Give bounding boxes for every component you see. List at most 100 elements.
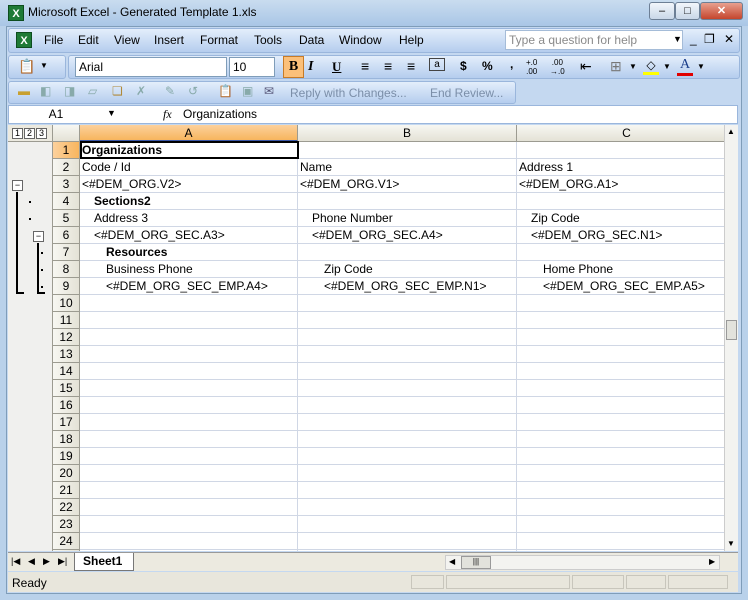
workbook-icon[interactable]: X [16, 32, 32, 48]
row-header-13[interactable]: 13 [53, 346, 80, 363]
outline-level-1-button[interactable]: 1 [12, 128, 23, 139]
column-header-a[interactable]: A [80, 125, 298, 142]
row-header-12[interactable]: 12 [53, 329, 80, 346]
select-all-button[interactable] [53, 125, 80, 142]
paste-dropdown-icon[interactable]: ▼ [40, 61, 48, 70]
new-comment-icon[interactable]: ▬ [18, 84, 30, 98]
cell-c11[interactable] [517, 312, 724, 329]
menu-edit[interactable]: Edit [78, 33, 99, 47]
cell-b8[interactable]: Zip Code [298, 261, 517, 278]
cell-b25[interactable] [298, 550, 517, 551]
align-right-icon[interactable]: ≡ [407, 58, 415, 74]
font-size-select[interactable]: 10 [229, 57, 275, 77]
menu-format[interactable]: Format [200, 33, 238, 47]
cell-a24[interactable] [80, 533, 298, 550]
outline-level-3-button[interactable]: 3 [36, 128, 47, 139]
percent-button[interactable]: % [482, 59, 493, 73]
row-header-21[interactable]: 21 [53, 482, 80, 499]
cell-a5[interactable]: Address 3 [80, 210, 298, 227]
cell-a10[interactable] [80, 295, 298, 312]
cell-c16[interactable] [517, 397, 724, 414]
next-sheet-icon[interactable]: ▶ [43, 556, 50, 567]
cell-c3[interactable]: <#DEM_ORG.A1> [517, 176, 724, 193]
decrease-decimal-icon[interactable]: .00 →.0 [550, 58, 565, 76]
cell-c8[interactable]: Home Phone [517, 261, 724, 278]
cell-c25[interactable] [517, 550, 724, 551]
workbook-minimize-button[interactable]: _ [690, 32, 697, 46]
cell-b12[interactable] [298, 329, 517, 346]
cell-b10[interactable] [298, 295, 517, 312]
cell-a19[interactable] [80, 448, 298, 465]
cell-a12[interactable] [80, 329, 298, 346]
cell-b19[interactable] [298, 448, 517, 465]
column-header-b[interactable]: B [298, 125, 517, 142]
collapse-group-2-button[interactable]: − [33, 231, 44, 242]
sheet-tab-sheet1[interactable]: Sheet1 [74, 553, 134, 571]
name-box[interactable]: A1 [10, 106, 102, 123]
row-header-22[interactable]: 22 [53, 499, 80, 516]
cell-c23[interactable] [517, 516, 724, 533]
row-header-9[interactable]: 9 [53, 278, 80, 295]
cell-c14[interactable] [517, 363, 724, 380]
first-sheet-icon[interactable]: |◀ [11, 556, 20, 567]
horizontal-scrollbar[interactable]: ◀ ||| ▶ [445, 555, 720, 570]
currency-button[interactable]: $ [460, 59, 467, 73]
cell-a15[interactable] [80, 380, 298, 397]
row-header-3[interactable]: 3 [53, 176, 80, 193]
fill-color-icon[interactable]: ◇ [643, 58, 659, 76]
cell-a22[interactable] [80, 499, 298, 516]
cell-a18[interactable] [80, 431, 298, 448]
cell-c21[interactable] [517, 482, 724, 499]
insert-function-button[interactable]: fx [163, 107, 172, 122]
menu-tools[interactable]: Tools [254, 33, 282, 47]
comma-button[interactable]: , [510, 57, 513, 71]
cell-a3[interactable]: <#DEM_ORG.V2> [80, 176, 298, 193]
cell-b3[interactable]: <#DEM_ORG.V1> [298, 176, 517, 193]
row-header-7[interactable]: 7 [53, 244, 80, 261]
cell-c20[interactable] [517, 465, 724, 482]
row-header-14[interactable]: 14 [53, 363, 80, 380]
cell-c12[interactable] [517, 329, 724, 346]
row-header-15[interactable]: 15 [53, 380, 80, 397]
cell-b14[interactable] [298, 363, 517, 380]
cell-a6[interactable]: <#DEM_ORG_SEC.A3> [80, 227, 298, 244]
maximize-button[interactable]: □ [675, 2, 700, 20]
cell-b20[interactable] [298, 465, 517, 482]
row-header-4[interactable]: 4 [53, 193, 80, 210]
cell-c6[interactable]: <#DEM_ORG_SEC.N1> [517, 227, 724, 244]
cell-b6[interactable]: <#DEM_ORG_SEC.A4> [298, 227, 517, 244]
column-header-c[interactable]: C [517, 125, 724, 142]
help-search-input[interactable]: Type a question for help [505, 30, 683, 50]
cell-c1[interactable] [517, 142, 724, 159]
send-mail-icon[interactable]: ✉ [264, 84, 274, 98]
font-color-icon[interactable]: A [677, 57, 693, 77]
font-name-select[interactable]: Arial [75, 57, 227, 77]
vertical-scroll-thumb[interactable] [726, 320, 737, 340]
row-header-1[interactable]: 1 [53, 142, 80, 159]
menu-data[interactable]: Data [299, 33, 324, 47]
cell-b7[interactable] [298, 244, 517, 261]
row-header-2[interactable]: 2 [53, 159, 80, 176]
underline-button[interactable]: U [332, 59, 341, 75]
cell-a21[interactable] [80, 482, 298, 499]
fill-dropdown-icon[interactable]: ▼ [663, 62, 671, 71]
italic-button[interactable]: I [308, 59, 313, 75]
row-header-18[interactable]: 18 [53, 431, 80, 448]
cell-a16[interactable] [80, 397, 298, 414]
row-header-16[interactable]: 16 [53, 397, 80, 414]
row-header-6[interactable]: 6 [53, 227, 80, 244]
row-header-20[interactable]: 20 [53, 465, 80, 482]
borders-icon[interactable]: ⊞ [610, 58, 622, 75]
vertical-scrollbar[interactable]: ▲ ▼ [724, 125, 738, 551]
formula-input[interactable]: Organizations [183, 107, 257, 121]
cell-b16[interactable] [298, 397, 517, 414]
cell-b23[interactable] [298, 516, 517, 533]
cell-a14[interactable] [80, 363, 298, 380]
cell-b18[interactable] [298, 431, 517, 448]
row-header-17[interactable]: 17 [53, 414, 80, 431]
cell-a23[interactable] [80, 516, 298, 533]
outline-level-2-button[interactable]: 2 [24, 128, 35, 139]
menu-insert[interactable]: Insert [154, 33, 184, 47]
cell-c4[interactable] [517, 193, 724, 210]
menu-help[interactable]: Help [399, 33, 424, 47]
